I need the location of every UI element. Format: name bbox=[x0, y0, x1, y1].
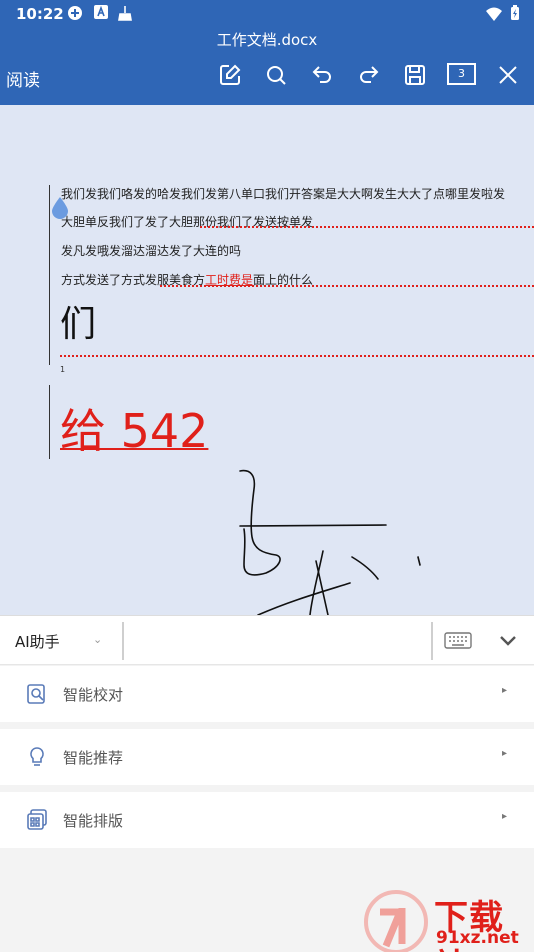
chevron-right-icon: ▸ bbox=[502, 748, 508, 759]
feature-item-proofread[interactable]: 智能校对 ▸ bbox=[0, 666, 534, 722]
wifi-icon bbox=[486, 6, 502, 25]
chevron-down-icon[interactable]: ⌄ bbox=[93, 633, 102, 646]
watermark-url: 91xz.net bbox=[436, 928, 519, 948]
document-canvas[interactable]: 我们发我们咯发的哈发我们发第八单口我们开答案是大大啊发生大大了点哪里发啦发 大胆… bbox=[0, 105, 534, 615]
ai-assistant-selector[interactable]: AI助手 bbox=[15, 631, 60, 652]
read-mode-button[interactable]: 阅读 bbox=[6, 66, 40, 91]
status-bar: 10:22 bbox=[0, 0, 534, 28]
close-icon[interactable] bbox=[494, 61, 522, 89]
edit-icon[interactable] bbox=[216, 61, 244, 89]
a-notification-icon bbox=[93, 5, 109, 21]
layout-icon bbox=[27, 809, 47, 830]
search-icon[interactable] bbox=[262, 61, 290, 89]
bulb-icon bbox=[30, 747, 44, 766]
document-title: 工作文档.docx bbox=[216, 31, 318, 49]
status-time: 10:22 bbox=[16, 5, 64, 23]
app-notification-icon bbox=[67, 5, 83, 21]
feature-label: 智能推荐 bbox=[63, 749, 124, 767]
top-bar: 10:22 工作文档.docx 阅读 3 bbox=[0, 0, 534, 105]
chevron-right-icon: ▸ bbox=[502, 685, 508, 696]
battery-icon bbox=[510, 5, 520, 25]
chevron-right-icon: ▸ bbox=[502, 811, 508, 822]
page-count-button[interactable]: 3 bbox=[447, 63, 476, 85]
feature-item-layout[interactable]: 智能排版 ▸ bbox=[0, 792, 534, 848]
ai-assistant-bar: AI助手 ⌄ bbox=[0, 615, 534, 665]
keyboard-icon[interactable] bbox=[444, 631, 472, 655]
chevron-down-icon[interactable] bbox=[498, 629, 518, 655]
undo-icon[interactable] bbox=[308, 61, 336, 89]
proofread-icon bbox=[27, 684, 45, 704]
divider bbox=[431, 622, 433, 660]
redo-icon[interactable] bbox=[355, 61, 383, 89]
broom-icon bbox=[117, 5, 133, 21]
save-icon[interactable] bbox=[401, 61, 429, 89]
feature-label: 智能校对 bbox=[63, 686, 124, 704]
handwriting-ink bbox=[239, 469, 421, 615]
feature-item-recommend[interactable]: 智能推荐 ▸ bbox=[0, 729, 534, 785]
divider bbox=[122, 622, 124, 660]
feature-label: 智能排版 bbox=[63, 812, 124, 830]
